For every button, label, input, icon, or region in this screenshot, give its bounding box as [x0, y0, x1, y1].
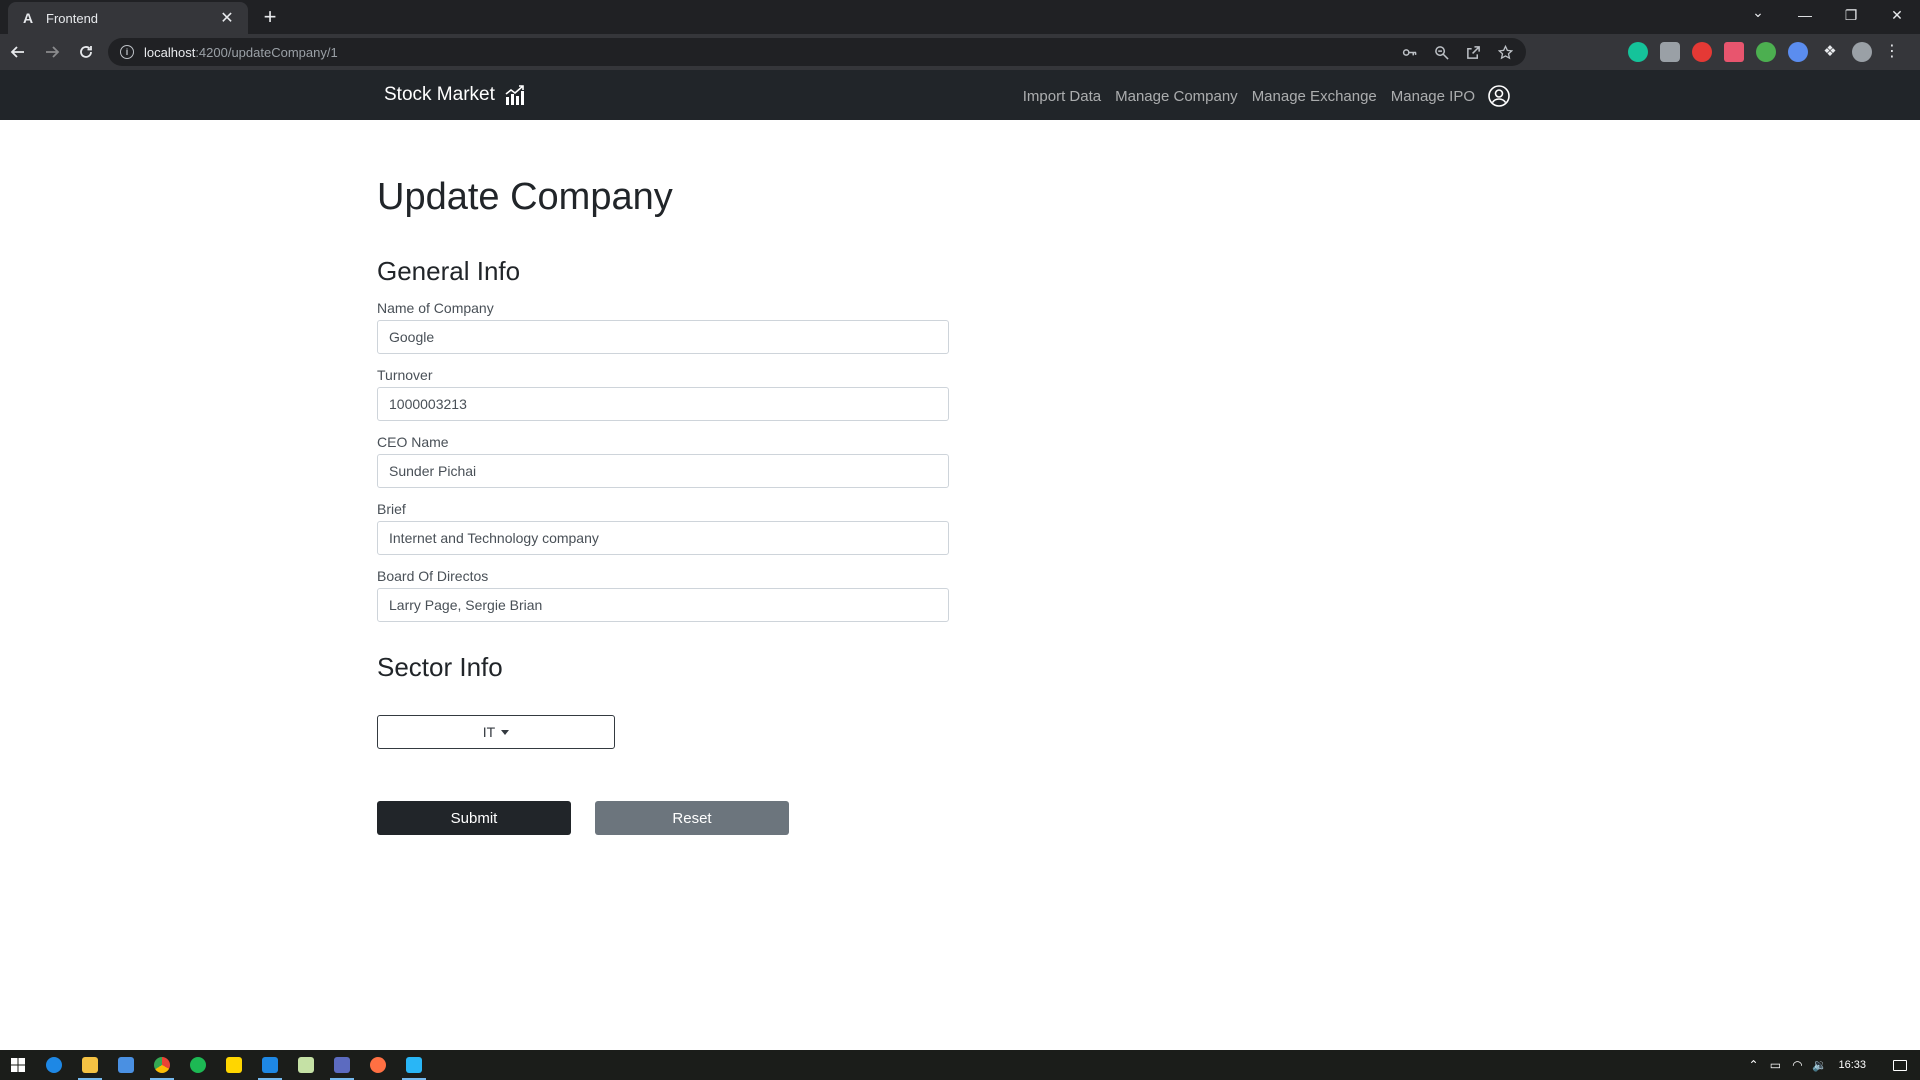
minimize-icon[interactable]: —: [1782, 0, 1828, 30]
app-navbar: Stock Market Import Data Manage Company …: [0, 70, 1920, 120]
vscode-icon[interactable]: [252, 1050, 288, 1080]
brief-input[interactable]: [377, 521, 949, 555]
chrome-menu-icon[interactable]: ⋮: [1884, 42, 1900, 62]
brand-name: Stock Market: [384, 84, 495, 105]
sector-dropdown[interactable]: IT: [377, 715, 615, 749]
new-tab-button[interactable]: +: [258, 6, 282, 30]
battery-icon[interactable]: ▭: [1764, 1050, 1786, 1080]
tree-extension-icon[interactable]: [1756, 42, 1776, 62]
app-icon[interactable]: [324, 1050, 360, 1080]
ceo-name-input[interactable]: [377, 454, 949, 488]
nav-import-data[interactable]: Import Data: [1023, 88, 1101, 105]
angular-favicon-icon: A: [22, 10, 34, 26]
sector-info-heading: Sector Info: [377, 652, 503, 682]
store-icon[interactable]: [108, 1050, 144, 1080]
globe-extension-icon[interactable]: [1788, 42, 1808, 62]
close-window-icon[interactable]: ✕: [1874, 0, 1920, 30]
clock[interactable]: 16:33: [1830, 1059, 1880, 1071]
key-icon[interactable]: [1400, 43, 1418, 61]
volume-icon[interactable]: 🔉: [1808, 1050, 1830, 1080]
address-bar[interactable]: i localhost:4200/updateCompany/1: [108, 38, 1526, 66]
tab-title: Frontend: [46, 10, 99, 26]
wifi-icon[interactable]: ◠: [1786, 1050, 1808, 1080]
app-icon[interactable]: [360, 1050, 396, 1080]
grammarly-icon[interactable]: [1628, 42, 1648, 62]
nav-manage-company[interactable]: Manage Company: [1115, 88, 1238, 105]
nav-manage-exchange[interactable]: Manage Exchange: [1252, 88, 1377, 105]
site-info-icon[interactable]: i: [120, 45, 134, 59]
forward-icon[interactable]: [36, 38, 68, 66]
spotify-icon[interactable]: [180, 1050, 216, 1080]
user-account-icon[interactable]: [1487, 84, 1511, 108]
reset-button[interactable]: Reset: [595, 801, 789, 835]
share-icon[interactable]: [1464, 43, 1482, 61]
turnover-input[interactable]: [377, 387, 949, 421]
restore-icon[interactable]: ❐: [1828, 0, 1874, 30]
extension-icons: ❖ ⋮: [1628, 42, 1900, 62]
general-info-heading: General Info: [377, 256, 521, 286]
file-explorer-icon[interactable]: [72, 1050, 108, 1080]
board-of-directors-input[interactable]: [377, 588, 949, 622]
page-title: Update Company: [377, 176, 673, 218]
company-name-label: Name of Company: [377, 300, 494, 316]
caret-down-icon: [501, 729, 510, 735]
windows-start-icon[interactable]: [0, 1050, 36, 1080]
zoom-icon[interactable]: [1432, 43, 1450, 61]
stock-chart-icon: [505, 85, 524, 105]
tab-search-icon[interactable]: ⌄: [1746, 4, 1770, 21]
sticky-notes-icon[interactable]: [216, 1050, 252, 1080]
camera-icon[interactable]: [1660, 42, 1680, 62]
back-icon[interactable]: [2, 38, 34, 66]
company-name-input[interactable]: [377, 320, 949, 354]
system-tray: ⌃ ▭ ◠ 🔉 16:33: [1742, 1050, 1920, 1080]
url-host: localhost: [144, 44, 196, 60]
ceo-name-label: CEO Name: [377, 434, 449, 450]
submit-button[interactable]: Submit: [377, 801, 571, 835]
edge-icon[interactable]: [36, 1050, 72, 1080]
window-controls: — ❐ ✕: [1782, 0, 1920, 30]
sector-value: IT: [482, 724, 496, 740]
url-path: :4200/updateCompany/1: [195, 44, 338, 60]
show-hidden-icons-icon[interactable]: ⌃: [1742, 1050, 1764, 1080]
close-tab-icon[interactable]: ✕: [218, 8, 236, 28]
board-of-directors-label: Board Of Directos: [377, 568, 489, 584]
chrome-icon[interactable]: [144, 1050, 180, 1080]
app-icon[interactable]: [396, 1050, 432, 1080]
notification-center-icon[interactable]: [1880, 1050, 1920, 1080]
brand-link[interactable]: Stock Market: [384, 83, 527, 107]
browser-tab-strip: A Frontend ✕ + ⌄ — ❐ ✕: [0, 0, 1920, 34]
profile-avatar[interactable]: [1852, 42, 1872, 62]
windows-taskbar: ⌃ ▭ ◠ 🔉 16:33: [0, 1050, 1920, 1080]
turnover-label: Turnover: [377, 367, 433, 383]
extensions-puzzle-icon[interactable]: ❖: [1820, 42, 1840, 62]
brief-label: Brief: [377, 501, 406, 517]
adblock-icon[interactable]: [1692, 42, 1712, 62]
nav-links: Import Data Manage Company Manage Exchan…: [1009, 84, 1511, 108]
nav-manage-ipo[interactable]: Manage IPO: [1391, 88, 1475, 105]
reload-icon[interactable]: [70, 38, 102, 66]
extension-w-icon[interactable]: [1724, 42, 1744, 62]
bookmark-star-icon[interactable]: [1496, 43, 1514, 61]
browser-tab[interactable]: A Frontend ✕: [8, 2, 248, 34]
browser-toolbar: i localhost:4200/updateCompany/1 ❖ ⋮: [0, 34, 1920, 70]
notepad-icon[interactable]: [288, 1050, 324, 1080]
